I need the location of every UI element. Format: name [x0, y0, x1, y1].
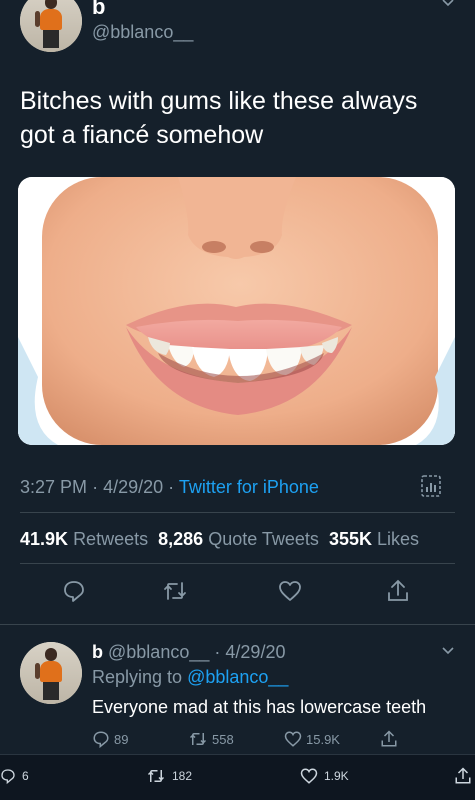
tweet-text-line-2: got a fiancé somehow: [20, 121, 264, 149]
reply-retweets-action[interactable]: 558: [188, 730, 234, 748]
share-icon[interactable]: [386, 578, 410, 609]
reply-header: b @bblanco__ · 4/29/20: [92, 642, 285, 663]
reply-separator: ·: [214, 642, 221, 662]
retweet-icon: [147, 770, 165, 782]
replying-to-handle[interactable]: @bblanco__: [187, 667, 288, 687]
tweet-meta: 3:27 PM · 4/29/20 · Twitter for iPhone: [20, 477, 319, 498]
retweet-icon[interactable]: [162, 579, 188, 608]
analytics-icon[interactable]: [420, 474, 442, 503]
replying-to-label: Replying to: [92, 667, 183, 687]
author-avatar[interactable]: [20, 0, 82, 52]
retweet-icon: [189, 733, 207, 745]
tweet-photo[interactable]: [18, 177, 455, 445]
quote-tweets-stat[interactable]: 8,286 Quote Tweets: [158, 529, 319, 549]
share-icon: [455, 767, 471, 784]
divider: [20, 512, 455, 513]
chevron-down-icon[interactable]: [440, 642, 456, 663]
heart-icon: [300, 768, 318, 784]
bottom-likes-action[interactable]: 1.9K: [300, 767, 349, 785]
bottom-replies-count: 6: [22, 769, 29, 783]
reply-text: Everyone mad at this has lowercase teeth: [92, 697, 427, 717]
bottom-likes-count: 1.9K: [324, 769, 349, 783]
bottom-share-action[interactable]: [454, 766, 472, 786]
chevron-down-icon[interactable]: [440, 0, 456, 15]
divider: [0, 624, 475, 625]
reply-share-action[interactable]: [380, 729, 398, 749]
bottom-retweets-action[interactable]: 182: [146, 767, 192, 785]
reply-icon[interactable]: [62, 579, 86, 608]
reply-icon: [93, 731, 109, 748]
replying-to: Replying to @bblanco__: [92, 667, 288, 688]
share-icon: [381, 730, 397, 747]
bottom-retweets-count: 182: [172, 769, 193, 783]
bottom-replies-action[interactable]: 6: [0, 767, 29, 785]
reply-likes-count: 15.9K: [306, 731, 340, 747]
reply-icon: [1, 769, 15, 785]
reply-replies-action[interactable]: 89: [92, 730, 128, 748]
divider: [20, 563, 455, 564]
reply-author-avatar[interactable]: [20, 642, 82, 704]
tweet-text-line-1: Bitches with gums like these always: [20, 87, 418, 115]
author-display-name[interactable]: b: [92, 0, 105, 20]
likes-stat[interactable]: 355K Likes: [329, 529, 419, 549]
reply-retweets-count: 558: [212, 731, 234, 747]
retweets-stat[interactable]: 41.9K Retweets: [20, 529, 148, 549]
reply-replies-count: 89: [114, 731, 129, 747]
meta-separator: ·: [168, 477, 175, 497]
reply-handle[interactable]: @bblanco__: [108, 642, 209, 662]
tweet-source-link[interactable]: Twitter for iPhone: [179, 477, 319, 497]
tweet-time: 3:27 PM: [20, 477, 88, 497]
heart-icon[interactable]: [278, 579, 302, 608]
author-handle[interactable]: @bblanco__: [92, 22, 193, 43]
tweet-date: 4/29/20: [103, 477, 164, 497]
tweet-stats: 41.9K Retweets 8,286 Quote Tweets 355K L…: [20, 529, 419, 550]
bottom-action-bar: 6 182 1.9K: [0, 754, 475, 800]
heart-icon: [284, 731, 302, 747]
reply-display-name[interactable]: b: [92, 642, 103, 662]
reply-date[interactable]: 4/29/20: [225, 642, 285, 662]
reply-likes-action[interactable]: 15.9K: [284, 730, 340, 748]
meta-separator: ·: [92, 477, 99, 497]
